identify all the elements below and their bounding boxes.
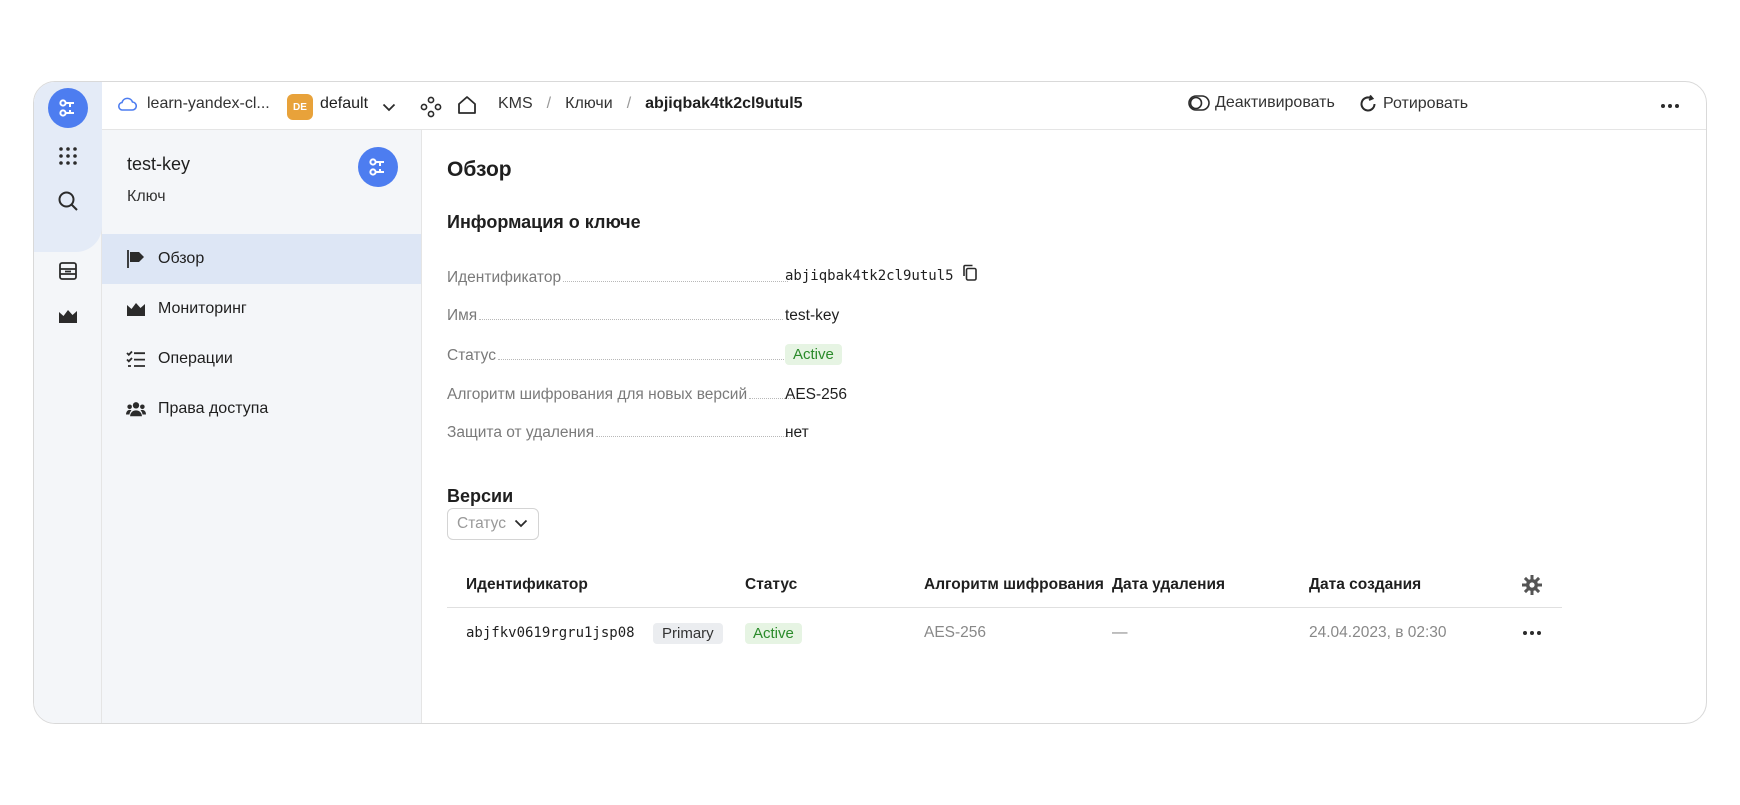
info-row-algorithm: Алгоритм шифрования для новых версий AES… bbox=[447, 386, 848, 403]
all-services-icon[interactable] bbox=[48, 136, 88, 176]
kms-service-button[interactable] bbox=[48, 88, 88, 128]
breadcrumb-current: abjiqbak4tk2cl9utul5 bbox=[645, 95, 803, 112]
main-content: Обзор Информация о ключе Идентификатор a… bbox=[423, 130, 1706, 723]
console-window: learn-yandex-cl... DE default KMS / Ключ… bbox=[33, 81, 1707, 724]
kms-service-icon bbox=[48, 88, 88, 128]
resource-nav: Обзор Мониторинг Операции Права доступа bbox=[102, 234, 421, 434]
folder-badge: DE bbox=[287, 94, 313, 120]
versions-heading: Версии bbox=[447, 486, 514, 506]
status-filter-select[interactable]: Статус bbox=[447, 508, 539, 540]
home-icon[interactable] bbox=[456, 94, 478, 121]
nav-item-operations[interactable]: Операции bbox=[102, 334, 421, 384]
versions-table: Идентификатор Статус Алгоритм шифрования… bbox=[447, 562, 1562, 658]
global-nav-rail bbox=[34, 82, 102, 723]
resource-sidebar: test-key Ключ Обзор Мониторинг Операции … bbox=[102, 130, 422, 723]
cloud-icon bbox=[117, 96, 138, 117]
info-heading: Информация о ключе bbox=[447, 212, 641, 232]
nav-item-access-rights[interactable]: Права доступа bbox=[102, 384, 421, 434]
deactivate-button[interactable]: Деактивировать bbox=[1188, 94, 1335, 112]
status-badge: Active bbox=[785, 344, 842, 365]
copy-icon[interactable] bbox=[962, 264, 978, 287]
breadcrumb-kms[interactable]: KMS bbox=[498, 95, 533, 113]
table-row[interactable]: abjfkv0619rgru1jsp08 Primary Active AES-… bbox=[447, 608, 1562, 658]
chevron-down-icon[interactable] bbox=[382, 99, 396, 117]
persons-icon bbox=[126, 399, 146, 419]
resources-icon[interactable] bbox=[48, 251, 88, 291]
info-row-id: Идентификатор abjiqbak4tk2cl9utul5 bbox=[447, 263, 1007, 287]
toggle-icon bbox=[1188, 95, 1210, 111]
nav-item-overview[interactable]: Обзор bbox=[102, 234, 421, 284]
chart-area-icon bbox=[126, 299, 146, 319]
info-row-status: Статус Active bbox=[447, 341, 1007, 365]
list-check-icon bbox=[126, 349, 146, 369]
flag-icon bbox=[126, 249, 146, 269]
monitoring-icon[interactable] bbox=[48, 296, 88, 336]
folder-selector[interactable]: default bbox=[320, 95, 368, 113]
row-actions-icon[interactable] bbox=[1522, 608, 1542, 658]
services-graph-icon[interactable] bbox=[420, 96, 442, 123]
chevron-down-icon bbox=[514, 515, 528, 533]
resource-type: Ключ bbox=[127, 188, 166, 205]
table-header: Идентификатор Статус Алгоритм шифрования… bbox=[447, 562, 1562, 608]
more-menu-icon[interactable] bbox=[1660, 96, 1680, 121]
search-icon[interactable] bbox=[48, 181, 88, 221]
breadcrumb: KMS / Ключи / abjiqbak4tk2cl9utul5 bbox=[498, 95, 803, 113]
resource-title: test-key bbox=[127, 154, 191, 174]
table-settings-icon[interactable] bbox=[1521, 562, 1543, 607]
cloud-selector[interactable]: learn-yandex-cl... bbox=[147, 95, 270, 113]
nav-item-monitoring[interactable]: Мониторинг bbox=[102, 284, 421, 334]
rotate-button[interactable]: Ротировать bbox=[1358, 94, 1468, 114]
rotate-icon bbox=[1360, 94, 1376, 112]
key-id-value: abjiqbak4tk2cl9utul5 bbox=[785, 267, 954, 284]
info-row-name: Имя test-key bbox=[447, 307, 840, 324]
page-title: Обзор bbox=[447, 158, 512, 181]
top-bar: learn-yandex-cl... DE default KMS / Ключ… bbox=[102, 82, 1706, 130]
status-badge: Active bbox=[745, 622, 802, 644]
breadcrumb-keys[interactable]: Ключи bbox=[565, 95, 613, 113]
primary-badge: Primary bbox=[653, 622, 723, 644]
info-row-deletion-protection: Защита от удаления нет bbox=[447, 424, 809, 441]
kms-service-icon bbox=[358, 147, 398, 187]
